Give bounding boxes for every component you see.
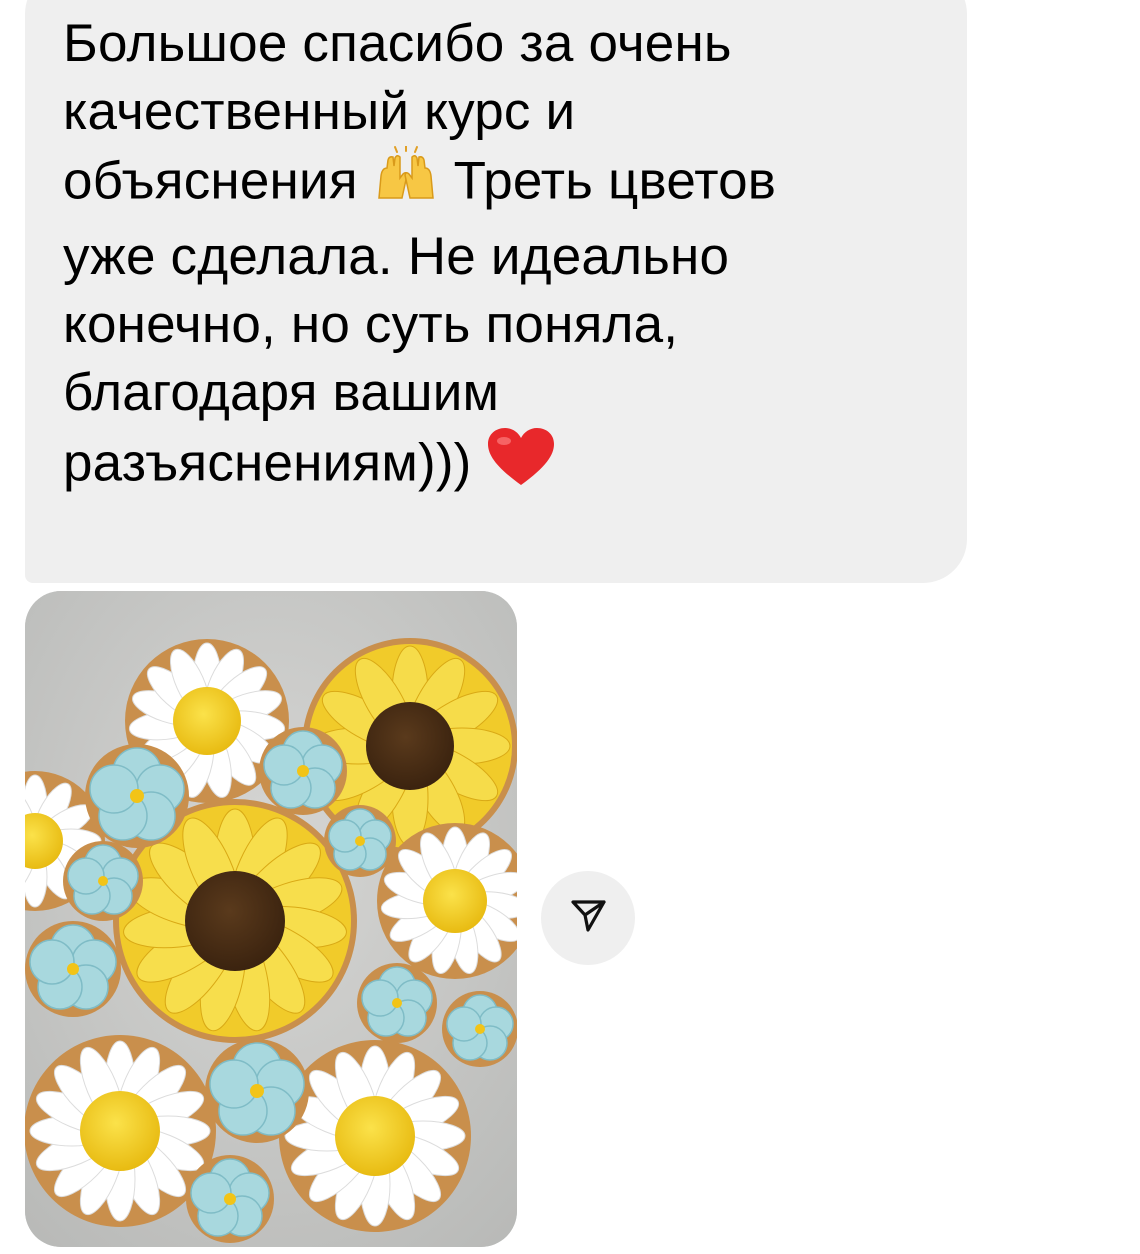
message-line-7a: разъяснениям))) <box>63 433 472 493</box>
message-line-6: благодаря вашим <box>63 363 500 422</box>
message-line-1: Большое спасибо за очень <box>63 14 732 73</box>
paper-plane-icon <box>568 896 608 941</box>
message-line-7: разъяснениям))) <box>63 427 943 506</box>
raising-hands-emoji <box>373 145 439 223</box>
message-line-3a: объяснения <box>63 151 358 211</box>
gingerbread-flower-cookies-photo[interactable] <box>25 591 517 1247</box>
message-line-4: уже сделала. Не идеально <box>63 227 730 286</box>
daisy-cookie-bottom-right <box>279 1040 471 1232</box>
message-line-5: конечно, но суть поняла, <box>63 295 679 354</box>
message-line-3: объяснения Треть цветов <box>63 145 943 223</box>
message-line-3b: Треть цветов <box>453 151 777 211</box>
share-button[interactable] <box>541 871 635 965</box>
message-line-2: качественный курс и <box>63 82 576 141</box>
red-heart-emoji <box>486 427 556 506</box>
message-text: Большое спасибо за очень качественный ку… <box>63 10 943 506</box>
